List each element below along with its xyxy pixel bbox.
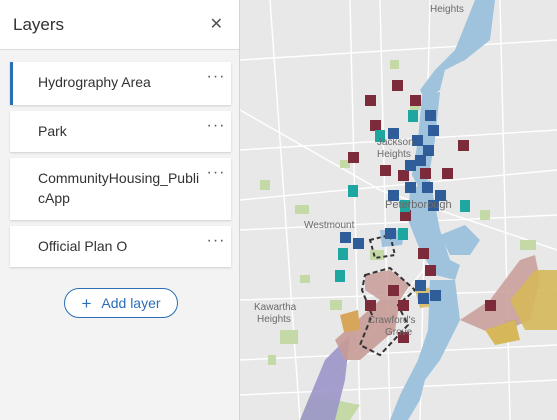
map-label-kawartha-heights: Kawartha — [254, 302, 297, 313]
ellipsis-icon[interactable]: ··· — [201, 62, 231, 85]
panel-header: Layers ✕ — [0, 0, 239, 50]
add-layer-label: Add layer — [101, 295, 161, 311]
layer-label: Official Plan O — [38, 238, 128, 254]
map-label-westmount: Westmount — [304, 220, 355, 231]
layer-item-community-housing[interactable]: CommunityHousing_PublicApp ··· — [10, 158, 231, 220]
map-label-jackson-heights: Jackson — [377, 137, 414, 148]
map-label-jackson-heights-2: Heights — [377, 149, 411, 160]
map-label-crawfords-grove-2: Grove — [385, 327, 413, 338]
layers-panel: Layers ✕ Hydrography Area ··· Park ··· C… — [0, 0, 240, 420]
close-icon[interactable]: ✕ — [210, 16, 223, 33]
layer-label: Park — [38, 123, 67, 139]
map-label-crawfords-grove: Crawford's — [368, 315, 415, 326]
layer-label: CommunityHousing_PublicApp — [38, 170, 200, 206]
layer-item-official-plan[interactable]: Official Plan O ··· — [10, 226, 231, 267]
map-label-peterborough: Peterborough — [385, 199, 452, 211]
layer-item-park[interactable]: Park ··· — [10, 111, 231, 152]
ellipsis-icon[interactable]: ··· — [201, 226, 231, 249]
panel-title: Layers — [13, 14, 65, 34]
add-layer-button[interactable]: + Add layer — [64, 288, 178, 318]
ellipsis-icon[interactable]: ··· — [201, 158, 231, 181]
layer-label: Hydrography Area — [38, 74, 151, 90]
map-view[interactable]: Heights Jackson Heights Peterborough Wes… — [240, 0, 557, 420]
plus-icon: + — [81, 293, 92, 313]
layer-item-hydrography-area[interactable]: Hydrography Area ··· — [10, 62, 231, 105]
map-label-heights-top: Heights — [430, 4, 464, 15]
map-canvas[interactable]: Heights Jackson Heights Peterborough Wes… — [240, 0, 557, 420]
map-label-kawartha-heights-2: Heights — [257, 314, 291, 325]
layer-list: Hydrography Area ··· Park ··· CommunityH… — [10, 62, 231, 273]
ellipsis-icon[interactable]: ··· — [201, 111, 231, 134]
